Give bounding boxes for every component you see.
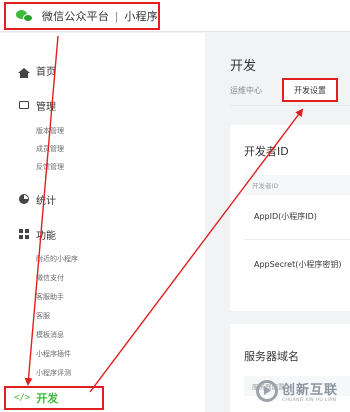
- sidebar-item-manage[interactable]: 管理: [18, 96, 56, 114]
- home-icon: [18, 64, 30, 78]
- grid-icon: [18, 228, 30, 240]
- sidebar-item-label: 首页: [36, 66, 56, 78]
- platform-brand[interactable]: 微信公众平台 | 小程序: [4, 2, 160, 30]
- sidebar-item-features[interactable]: 功能: [18, 225, 56, 243]
- appsecret-row: AppSecret(小程序密钥): [254, 260, 342, 269]
- card-header-row: 开发者ID: [244, 175, 350, 195]
- wechat-logo-icon: [16, 9, 34, 23]
- tabs-divider: [230, 105, 350, 106]
- developer-id-card: 开发者ID 开发者ID AppID(小程序ID) AppSecret(小程序密钥…: [230, 125, 350, 311]
- sidebar-subitem-service[interactable]: 客服: [36, 311, 50, 321]
- top-bar: 微信公众平台 | 小程序: [0, 0, 350, 32]
- platform-name: 微信公众平台: [41, 10, 110, 23]
- page-title: 开发: [230, 59, 257, 74]
- card-title: 服务器域名: [244, 350, 299, 363]
- watermark-subtext: CHUANG XIN HU LIAN: [282, 398, 337, 403]
- sidebar-item-develop[interactable]: </> 开发: [4, 386, 104, 410]
- sidebar-subitem-service-helper[interactable]: 客服助手: [36, 292, 64, 302]
- sidebar-item-home[interactable]: 首页: [18, 61, 56, 79]
- manage-icon: [18, 99, 30, 111]
- watermark-icon: [256, 380, 278, 402]
- product-name: 小程序: [124, 10, 158, 23]
- sidebar-subitem-review[interactable]: 小程序评测: [36, 368, 71, 378]
- sidebar-subitem-template-msg[interactable]: 模板消息: [36, 330, 64, 340]
- code-icon: </>: [14, 393, 31, 403]
- appid-row: AppID(小程序ID): [254, 212, 317, 221]
- watermark-text: 创新互联: [282, 383, 339, 398]
- sidebar-subitem-members[interactable]: 成员管理: [36, 144, 64, 154]
- sidebar-subitem-plugins[interactable]: 小程序插件: [36, 349, 71, 359]
- sidebar-item-label: 开发: [36, 392, 59, 405]
- sidebar: 首页 管理 版本管理 成员管理 反馈管理 统计 功能 附近的小程序 微信支付 客…: [0, 33, 205, 412]
- sidebar-item-stats[interactable]: 统计: [18, 190, 56, 208]
- sidebar-subitem-version[interactable]: 版本管理: [36, 126, 64, 136]
- sidebar-item-label: 管理: [36, 101, 56, 113]
- sidebar-subitem-nearby[interactable]: 附近的小程序: [36, 254, 78, 264]
- sidebar-item-label: 功能: [36, 230, 56, 242]
- tab-dev-settings[interactable]: 开发设置: [282, 78, 338, 102]
- card-title: 开发者ID: [244, 145, 289, 158]
- brand-text: 微信公众平台 | 小程序: [42, 8, 158, 24]
- sidebar-subitem-wechat-pay[interactable]: 微信支付: [36, 273, 64, 283]
- row-divider: [244, 239, 350, 240]
- watermark-logo: 创新互联 CHUANG XIN HU LIAN: [256, 374, 348, 408]
- sidebar-subitem-feedback[interactable]: 反馈管理: [36, 162, 64, 172]
- main-content: 开发 运维中心 开发设置 开发者ID 开发者ID AppID(小程序ID) Ap…: [210, 33, 350, 412]
- stats-icon: [18, 193, 30, 205]
- tab-ops-center[interactable]: 运维中心: [230, 85, 262, 96]
- brand-separator: |: [114, 10, 119, 23]
- sidebar-item-label: 统计: [36, 195, 56, 207]
